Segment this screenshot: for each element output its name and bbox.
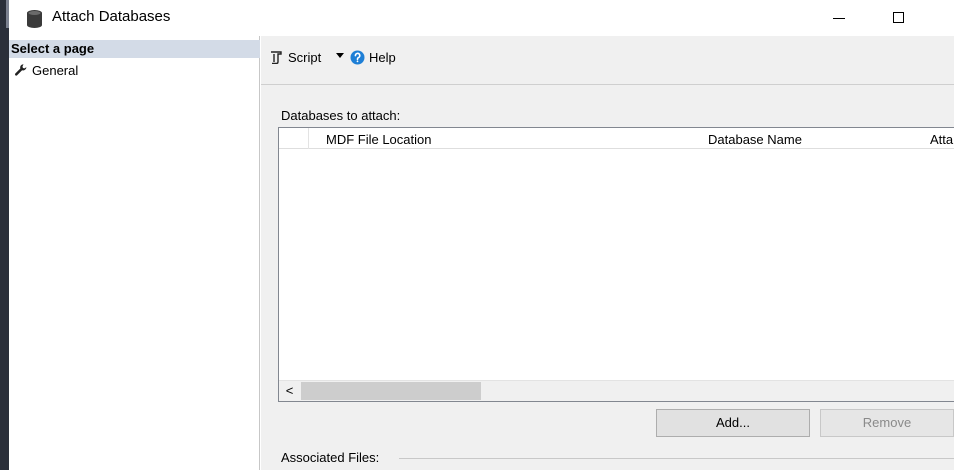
toolbar: Script Help bbox=[261, 36, 954, 85]
help-icon bbox=[350, 50, 365, 64]
column-mdf-file-location[interactable]: MDF File Location bbox=[326, 132, 431, 147]
scroll-left-icon[interactable]: < bbox=[279, 381, 300, 401]
minimize-button[interactable] bbox=[815, 0, 861, 36]
add-button[interactable]: Add... bbox=[656, 409, 810, 437]
row-selector-header bbox=[279, 128, 309, 149]
maximize-icon bbox=[893, 12, 904, 23]
databases-to-attach-label: Databases to attach: bbox=[281, 108, 401, 123]
main-panel: Script Help Databases to attach: MDF Fil… bbox=[261, 36, 954, 470]
script-button[interactable]: Script bbox=[269, 46, 321, 68]
maximize-button[interactable] bbox=[875, 0, 921, 36]
grid-header: MDF File Location Database Name Atta bbox=[279, 128, 954, 149]
databases-grid[interactable]: MDF File Location Database Name Atta < bbox=[278, 127, 954, 402]
wrench-icon bbox=[14, 64, 27, 76]
column-attach-as[interactable]: Atta bbox=[930, 132, 953, 147]
page-sidebar: Select a page General bbox=[9, 36, 260, 470]
title-bar[interactable]: Attach Databases bbox=[9, 0, 954, 36]
script-dropdown-arrow-icon[interactable] bbox=[336, 53, 344, 58]
sidebar-item-general[interactable]: General bbox=[9, 61, 259, 79]
sidebar-header: Select a page bbox=[9, 40, 260, 58]
associated-files-label: Associated Files: bbox=[281, 450, 380, 465]
scrollbar-thumb[interactable] bbox=[301, 382, 481, 400]
minimize-icon bbox=[833, 18, 845, 19]
remove-button[interactable]: Remove bbox=[820, 409, 954, 437]
window-title: Attach Databases bbox=[52, 8, 171, 25]
script-label: Script bbox=[288, 49, 322, 65]
script-icon bbox=[271, 51, 282, 64]
sidebar-item-label: General bbox=[32, 62, 79, 78]
horizontal-scrollbar[interactable]: < bbox=[279, 380, 954, 401]
window-edge bbox=[0, 0, 9, 470]
column-database-name[interactable]: Database Name bbox=[708, 132, 802, 147]
database-icon bbox=[27, 10, 42, 28]
group-divider bbox=[399, 458, 954, 459]
help-label: Help bbox=[369, 49, 396, 65]
help-button[interactable]: Help bbox=[350, 46, 396, 68]
